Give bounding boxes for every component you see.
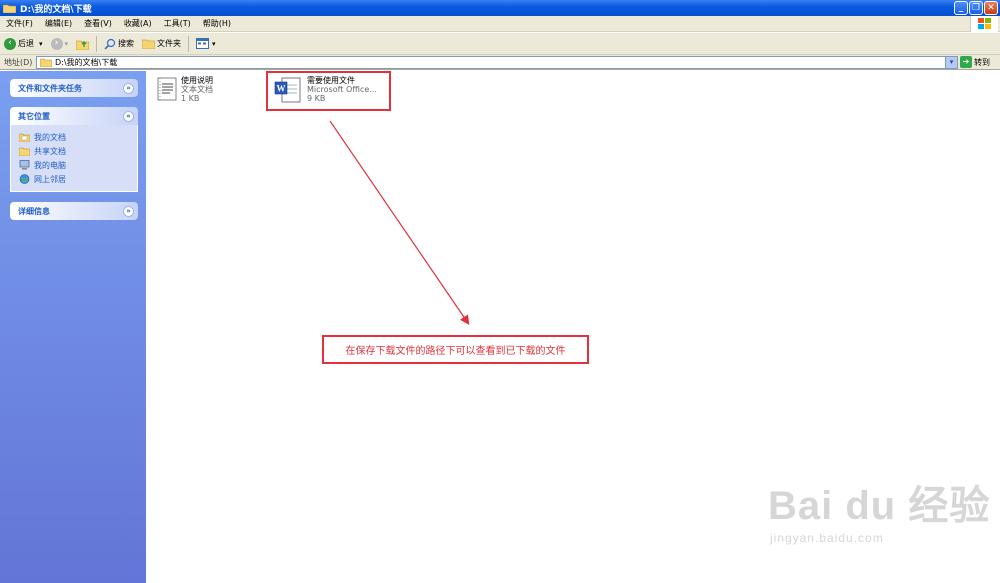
address-label: 地址(D)	[4, 57, 33, 67]
up-folder-icon	[76, 40, 90, 50]
computer-icon	[19, 160, 30, 170]
expand-chevron-icon[interactable]: »	[123, 82, 134, 94]
chevron-down-icon[interactable]: ▾	[39, 40, 43, 48]
back-button[interactable]: ‹ 后退 ▾	[0, 37, 47, 50]
place-label: 共享文档	[34, 146, 66, 156]
views-button[interactable]: ▾	[192, 38, 220, 49]
watermark-url: jingyan.baidu.com	[770, 531, 884, 545]
shared-folder-icon	[19, 147, 30, 156]
details-panel-title: 详细信息	[18, 206, 50, 216]
expand-chevron-icon[interactable]: »	[123, 205, 134, 217]
menu-help[interactable]: 帮助(H)	[197, 18, 237, 29]
go-button[interactable]: ➔ 转到	[960, 56, 990, 68]
windows-logo-icon	[970, 16, 998, 32]
place-label: 我的电脑	[34, 160, 66, 170]
place-label: 网上邻居	[34, 174, 66, 184]
collapse-chevron-icon[interactable]: «	[123, 110, 134, 122]
place-network[interactable]: 网上邻居	[19, 172, 129, 186]
menu-favorites[interactable]: 收藏(A)	[118, 18, 158, 29]
task-pane: 文件和文件夹任务 » 其它位置 « 我的文档 共享文档 我的电脑 网上邻居 详细…	[0, 71, 146, 583]
baidu-watermark: Bai du 经验 jingyan.baidu.com	[768, 473, 990, 545]
folder-icon	[142, 39, 156, 49]
address-path: D:\我的文档\下载	[55, 58, 118, 67]
menu-tools[interactable]: 工具(T)	[158, 18, 197, 29]
forward-arrow-icon: ›	[50, 37, 63, 50]
menu-bar: 文件(F) 编辑(E) 查看(V) 收藏(A) 工具(T) 帮助(H)	[0, 16, 1000, 32]
details-panel: 详细信息 »	[10, 202, 138, 220]
details-panel-header[interactable]: 详细信息 »	[10, 202, 138, 220]
watermark-logo: Bai du 经验	[768, 484, 991, 528]
place-label: 我的文档	[34, 132, 66, 142]
folders-label: 文件夹	[157, 39, 182, 48]
search-icon	[104, 38, 116, 50]
back-label: 后退	[18, 39, 34, 48]
folder-icon	[40, 58, 52, 67]
place-my-documents[interactable]: 我的文档	[19, 130, 129, 144]
places-panel-header[interactable]: 其它位置 «	[10, 107, 138, 125]
file-list-area: 使用说明 文本文档 1 KB W 需要使用文件 Microsoft Office…	[146, 71, 1000, 583]
title-bar: D:\我的文档\下载 _ ❐ ✕	[0, 0, 1000, 16]
forward-button[interactable]: › ▾	[47, 37, 73, 50]
tasks-panel-header[interactable]: 文件和文件夹任务 »	[10, 79, 138, 97]
search-label: 搜索	[118, 39, 135, 48]
menu-view[interactable]: 查看(V)	[78, 18, 118, 29]
menu-file[interactable]: 文件(F)	[0, 18, 39, 29]
minimize-button[interactable]: _	[954, 1, 968, 15]
address-bar: 地址(D) D:\我的文档\下载 ▾ ➔ 转到	[0, 55, 1000, 70]
close-button[interactable]: ✕	[984, 1, 998, 15]
places-panel: 其它位置 « 我的文档 共享文档 我的电脑 网上邻居	[10, 107, 138, 192]
up-folder-button[interactable]	[72, 38, 93, 50]
folders-button[interactable]: 文件夹	[138, 38, 185, 49]
views-icon	[196, 38, 210, 49]
places-list: 我的文档 共享文档 我的电脑 网上邻居	[10, 125, 138, 192]
folder-icon	[3, 4, 16, 13]
annotation-callout: 在保存下载文件的路径下可以查看到已下载的文件	[322, 335, 589, 364]
my-documents-icon	[19, 133, 30, 142]
window-title: D:\我的文档\下载	[20, 4, 92, 15]
restore-button[interactable]: ❐	[969, 1, 983, 15]
places-panel-title: 其它位置	[18, 111, 50, 121]
chevron-down-icon[interactable]: ▾	[945, 57, 957, 68]
tasks-panel-title: 文件和文件夹任务	[18, 83, 82, 93]
tasks-panel: 文件和文件夹任务 »	[10, 79, 138, 97]
chevron-down-icon[interactable]: ▾	[212, 40, 216, 48]
toolbar-separator	[96, 35, 98, 52]
chevron-down-icon[interactable]: ▾	[65, 40, 69, 48]
search-button[interactable]: 搜索	[100, 38, 138, 50]
go-label: 转到	[974, 57, 990, 67]
back-arrow-icon: ‹	[4, 37, 16, 50]
toolbar-separator	[188, 35, 190, 52]
place-shared-documents[interactable]: 共享文档	[19, 144, 129, 158]
network-globe-icon	[19, 174, 30, 184]
place-my-computer[interactable]: 我的电脑	[19, 158, 129, 172]
toolbar: ‹ 后退 ▾ › ▾ 搜索 文件夹 ▾	[0, 33, 1000, 55]
address-field[interactable]: D:\我的文档\下载 ▾	[36, 56, 958, 69]
menu-edit[interactable]: 编辑(E)	[39, 18, 78, 29]
go-arrow-icon: ➔	[960, 56, 972, 68]
